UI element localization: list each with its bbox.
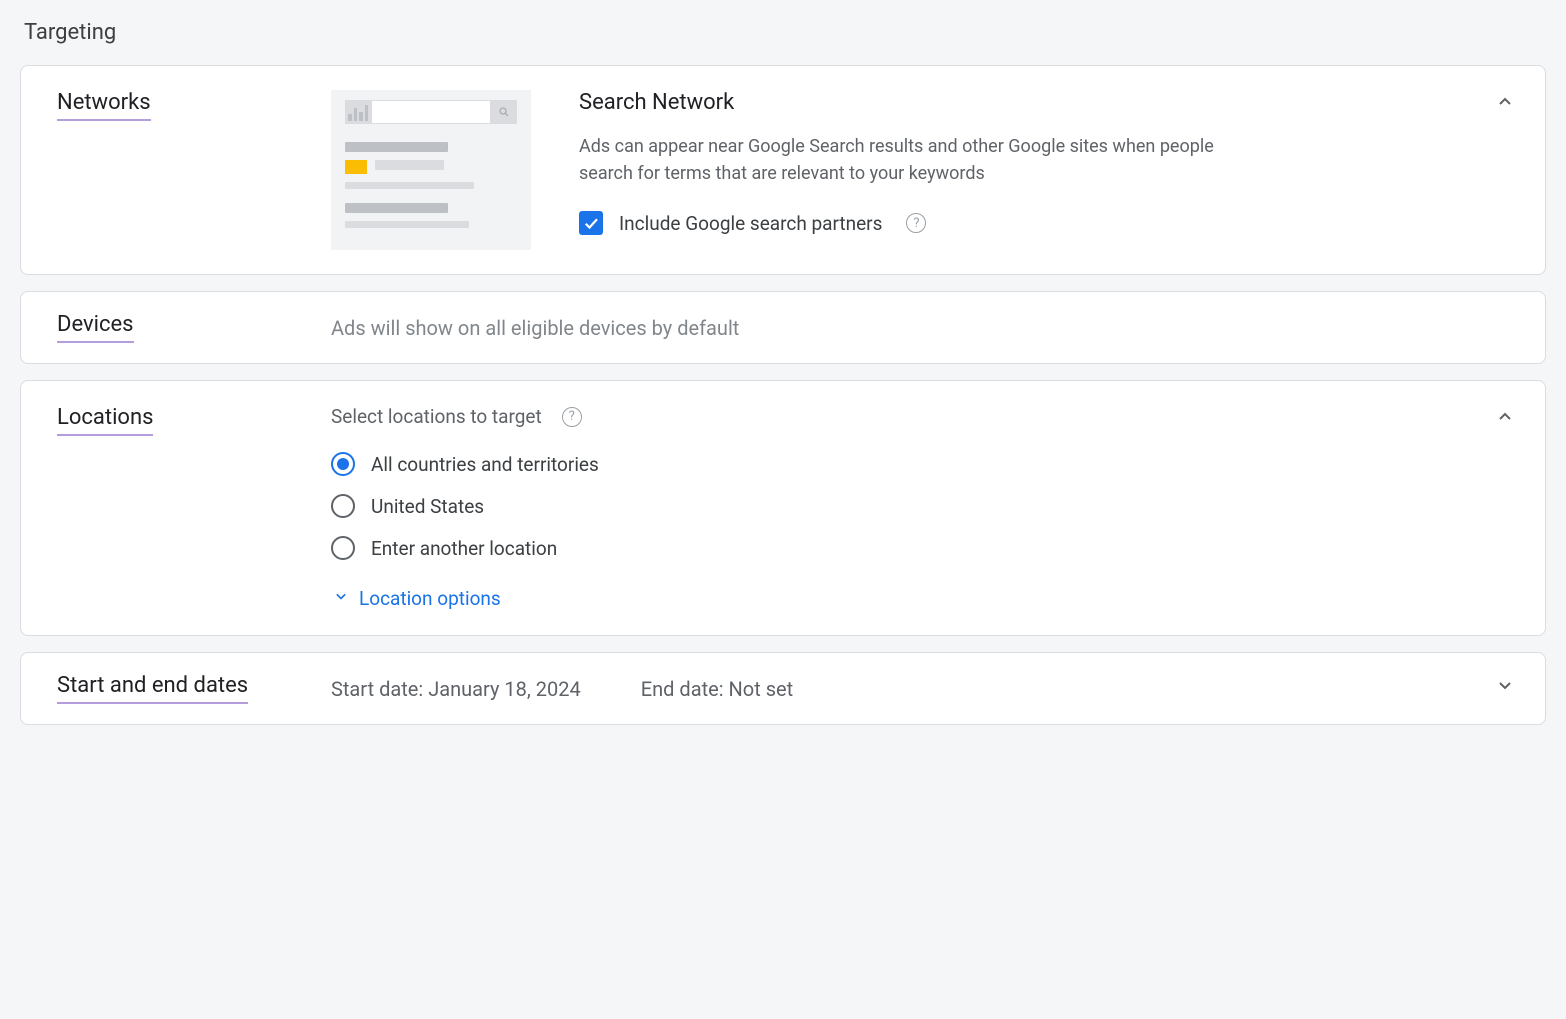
search-results-illustration (331, 90, 531, 250)
help-icon[interactable]: ? (562, 407, 582, 427)
help-icon[interactable]: ? (906, 213, 926, 233)
devices-label: Devices (57, 312, 134, 343)
start-date-summary: Start date: January 18, 2024 (331, 677, 581, 701)
networks-card: Networks (20, 65, 1546, 275)
location-option-us[interactable]: United States (331, 494, 1509, 518)
location-option-label: Enter another location (371, 537, 557, 560)
targeting-heading: Targeting (24, 20, 1546, 45)
location-option-label: All countries and territories (371, 453, 599, 476)
devices-summary: Ads will show on all eligible devices by… (331, 316, 739, 340)
dates-card[interactable]: Start and end dates Start date: January … (20, 652, 1546, 725)
start-date-value: January 18, 2024 (428, 677, 581, 701)
end-date-prefix: End date: (641, 677, 729, 701)
location-option-all[interactable]: All countries and territories (331, 452, 1509, 476)
chevron-down-icon (1493, 682, 1517, 701)
location-options-toggle[interactable]: Location options (331, 586, 1509, 611)
chevron-up-icon (1493, 414, 1517, 433)
locations-card: Locations Select locations to target ? A… (20, 380, 1546, 636)
locations-label: Locations (57, 405, 153, 436)
networks-label: Networks (57, 90, 151, 121)
location-option-label: United States (371, 495, 484, 518)
locations-collapse-toggle[interactable] (1493, 405, 1517, 433)
chevron-down-icon (331, 586, 351, 611)
dates-expand-toggle[interactable] (1493, 673, 1517, 701)
end-date-summary: End date: Not set (641, 677, 793, 701)
radio-icon (331, 494, 355, 518)
search-network-description: Ads can appear near Google Search result… (579, 133, 1229, 187)
radio-icon (331, 536, 355, 560)
include-search-partners-label: Include Google search partners (619, 212, 882, 235)
chevron-up-icon (1493, 99, 1517, 118)
location-options-toggle-label: Location options (359, 587, 501, 610)
search-network-title: Search Network (579, 90, 1509, 115)
devices-card[interactable]: Devices Ads will show on all eligible de… (20, 291, 1546, 364)
location-option-another[interactable]: Enter another location (331, 536, 1509, 560)
radio-icon (331, 452, 355, 476)
start-date-prefix: Start date: (331, 677, 428, 701)
networks-collapse-toggle[interactable] (1493, 90, 1517, 118)
locations-header-text: Select locations to target (331, 405, 542, 428)
include-search-partners-checkbox[interactable] (579, 211, 603, 235)
dates-label: Start and end dates (57, 673, 248, 704)
end-date-value: Not set (729, 677, 794, 701)
